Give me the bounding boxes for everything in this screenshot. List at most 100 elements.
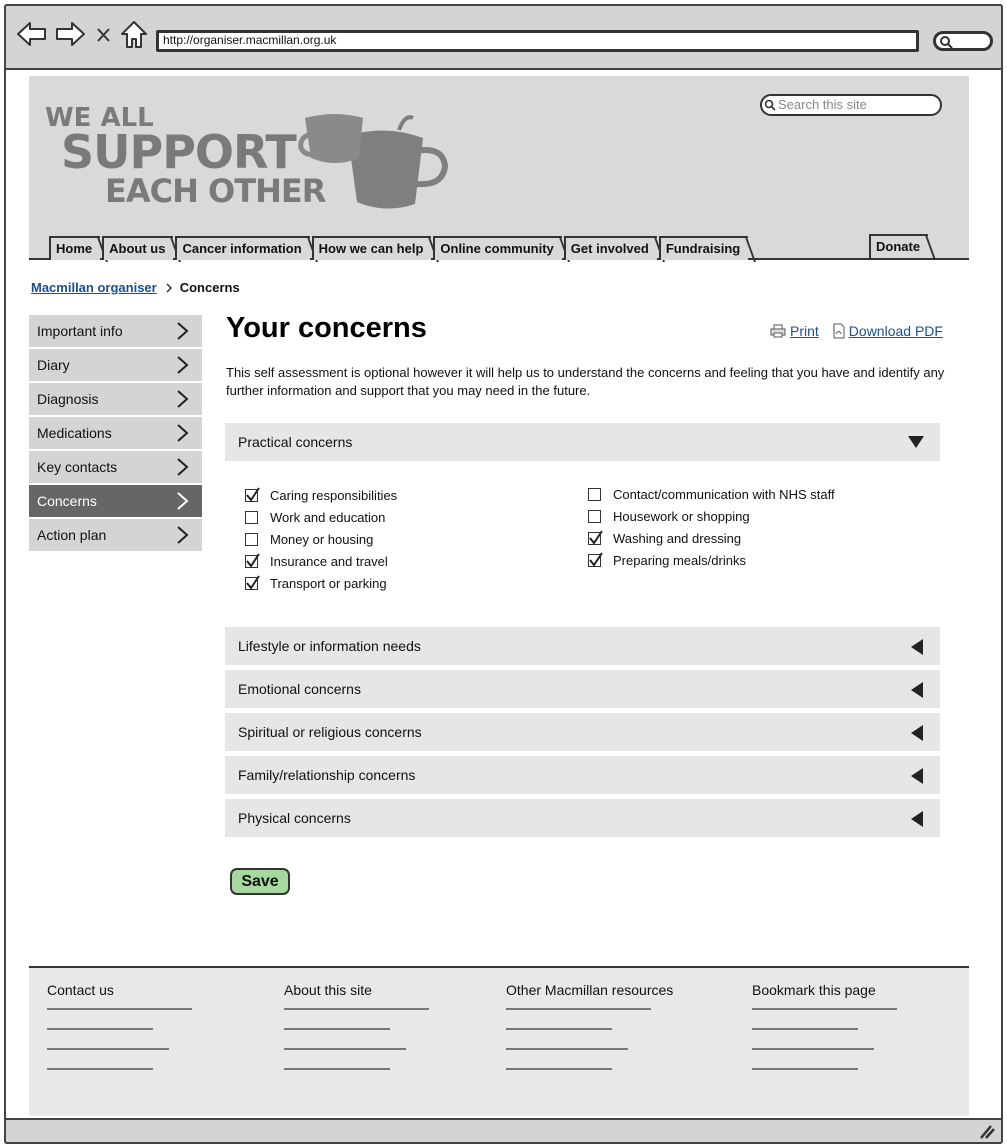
site-logo[interactable]: WE ALL SUPPORT EACH OTHER	[43, 96, 453, 216]
footer-heading: Contact us	[47, 982, 114, 998]
checkbox[interactable]	[588, 530, 603, 545]
breadcrumb-link-organiser[interactable]: Macmillan organiser	[31, 280, 157, 295]
nav-how-we-can-help[interactable]: How we can help	[311, 236, 432, 260]
footer-link-placeholder[interactable]	[47, 1048, 169, 1050]
section-label: Spiritual or religious concerns	[238, 724, 422, 740]
footer-link-placeholder[interactable]	[284, 1028, 390, 1030]
print-link[interactable]: Print	[770, 323, 819, 339]
footer-link-placeholder[interactable]	[752, 1028, 858, 1030]
resize-grip-icon[interactable]	[977, 1122, 995, 1140]
section-label: Physical concerns	[238, 810, 351, 826]
sidebar-item-important-info[interactable]: Important info	[29, 315, 202, 347]
footer-link-placeholder[interactable]	[47, 1028, 153, 1030]
download-pdf-label[interactable]: Download PDF	[849, 323, 943, 339]
nav-get-involved[interactable]: Get involved	[563, 236, 657, 260]
forward-icon[interactable]	[54, 18, 86, 50]
triangle-left-icon	[911, 811, 923, 827]
section-practical-concerns[interactable]: Practical concerns	[225, 423, 940, 461]
checkbox-transport-or-parking[interactable]: Transport or parking	[245, 575, 397, 597]
sidebar-item-key-contacts[interactable]: Key contacts	[29, 451, 202, 483]
checkbox-label: Money or housing	[270, 532, 374, 547]
footer-link-placeholder[interactable]	[506, 1028, 612, 1030]
section-physical-concerns[interactable]: Physical concerns	[225, 799, 940, 837]
footer-link-placeholder[interactable]	[284, 1008, 429, 1010]
section-lifestyle-information[interactable]: Lifestyle or information needs	[225, 627, 940, 665]
footer-link-placeholder[interactable]	[284, 1068, 390, 1070]
breadcrumb: Macmillan organiser Concerns	[31, 280, 240, 295]
section-emotional-concerns[interactable]: Emotional concerns	[225, 670, 940, 708]
practical-checklist-right: Contact/communication with NHS staff Hou…	[588, 486, 835, 574]
nav-home[interactable]: Home	[49, 236, 101, 260]
checkbox[interactable]	[245, 553, 260, 568]
checkbox-insurance-and-travel[interactable]: Insurance and travel	[245, 553, 397, 575]
checkbox[interactable]	[245, 575, 260, 590]
footer-column-contact: Contact us	[47, 982, 192, 1088]
sidebar-item-medications[interactable]: Medications	[29, 417, 202, 449]
url-bar[interactable]: http://organiser.macmillan.org.uk	[156, 30, 919, 52]
chevron-right-icon	[177, 458, 189, 476]
checkbox-work-and-education[interactable]: Work and education	[245, 509, 397, 531]
section-label: Lifestyle or information needs	[238, 638, 421, 654]
footer-link-placeholder[interactable]	[47, 1008, 192, 1010]
checkbox-label: Preparing meals/drinks	[613, 553, 746, 568]
checkbox-housework-or-shopping[interactable]: Housework or shopping	[588, 508, 835, 530]
svg-text:EACH OTHER: EACH OTHER	[105, 172, 326, 210]
footer-link-placeholder[interactable]	[752, 1048, 874, 1050]
search-icon	[940, 36, 953, 49]
footer-link-placeholder[interactable]	[752, 1068, 858, 1070]
checkbox-label: Housework or shopping	[613, 509, 750, 524]
back-icon[interactable]	[16, 18, 48, 50]
section-family-relationship[interactable]: Family/relationship concerns	[225, 756, 940, 794]
checkbox-label: Work and education	[270, 510, 386, 525]
practical-checklist-left: Caring responsibilities Work and educati…	[245, 487, 397, 597]
checkbox-label: Contact/communication with NHS staff	[613, 487, 835, 502]
nav-cancer-information[interactable]: Cancer information	[175, 236, 310, 260]
print-label[interactable]: Print	[790, 323, 819, 339]
footer-column-resources: Other Macmillan resources	[506, 982, 686, 1088]
checkbox-money-or-housing[interactable]: Money or housing	[245, 531, 397, 553]
sidebar: Important info Diary Diagnosis Medicatio…	[29, 315, 202, 553]
sidebar-item-action-plan[interactable]: Action plan	[29, 519, 202, 551]
footer-link-placeholder[interactable]	[47, 1068, 153, 1070]
checkbox[interactable]	[588, 510, 601, 523]
sidebar-item-concerns[interactable]: Concerns	[29, 485, 202, 517]
footer-link-placeholder[interactable]	[284, 1048, 406, 1050]
stop-icon[interactable]	[90, 18, 118, 50]
footer-link-placeholder[interactable]	[752, 1008, 897, 1010]
footer-link-placeholder[interactable]	[506, 1068, 612, 1070]
sidebar-item-diagnosis[interactable]: Diagnosis	[29, 383, 202, 415]
page-title: Your concerns	[226, 312, 427, 344]
sidebar-item-diary[interactable]: Diary	[29, 349, 202, 381]
checkbox-preparing-meals[interactable]: Preparing meals/drinks	[588, 552, 835, 574]
section-spiritual-religious[interactable]: Spiritual or religious concerns	[225, 713, 940, 751]
chevron-right-icon	[177, 492, 189, 510]
download-pdf-link[interactable]: Download PDF	[833, 323, 943, 339]
site-search-input[interactable]: Search this site	[760, 94, 942, 116]
footer-link-placeholder[interactable]	[506, 1008, 651, 1010]
home-icon[interactable]	[118, 18, 150, 50]
footer-link-placeholder[interactable]	[506, 1048, 628, 1050]
checkbox-washing-and-dressing[interactable]: Washing and dressing	[588, 530, 835, 552]
donate-tab[interactable]: Donate	[869, 234, 929, 258]
checkbox[interactable]	[245, 487, 260, 502]
footer-heading: Bookmark this page	[752, 982, 876, 998]
browser-search-field[interactable]	[933, 31, 993, 51]
nav-about-us[interactable]: About us	[102, 236, 174, 260]
nav-fundraising[interactable]: Fundraising	[658, 236, 749, 260]
checkbox-contact-nhs-staff[interactable]: Contact/communication with NHS staff	[588, 486, 835, 508]
footer-column-bookmark: Bookmark this page	[752, 982, 902, 1088]
checkbox[interactable]	[588, 488, 601, 501]
checkbox[interactable]	[588, 552, 603, 567]
triangle-left-icon	[911, 768, 923, 784]
pdf-icon	[833, 323, 845, 339]
chevron-right-icon	[177, 390, 189, 408]
triangle-left-icon	[911, 725, 923, 741]
checkbox[interactable]	[245, 533, 258, 546]
checkbox-caring-responsibilities[interactable]: Caring responsibilities	[245, 487, 397, 509]
save-button[interactable]: Save	[230, 868, 290, 895]
checkbox[interactable]	[245, 511, 258, 524]
checkbox-label: Caring responsibilities	[270, 488, 398, 503]
sidebar-item-label: Concerns	[37, 493, 97, 509]
footer-heading: About this site	[284, 982, 372, 998]
nav-online-community[interactable]: Online community	[433, 236, 562, 260]
